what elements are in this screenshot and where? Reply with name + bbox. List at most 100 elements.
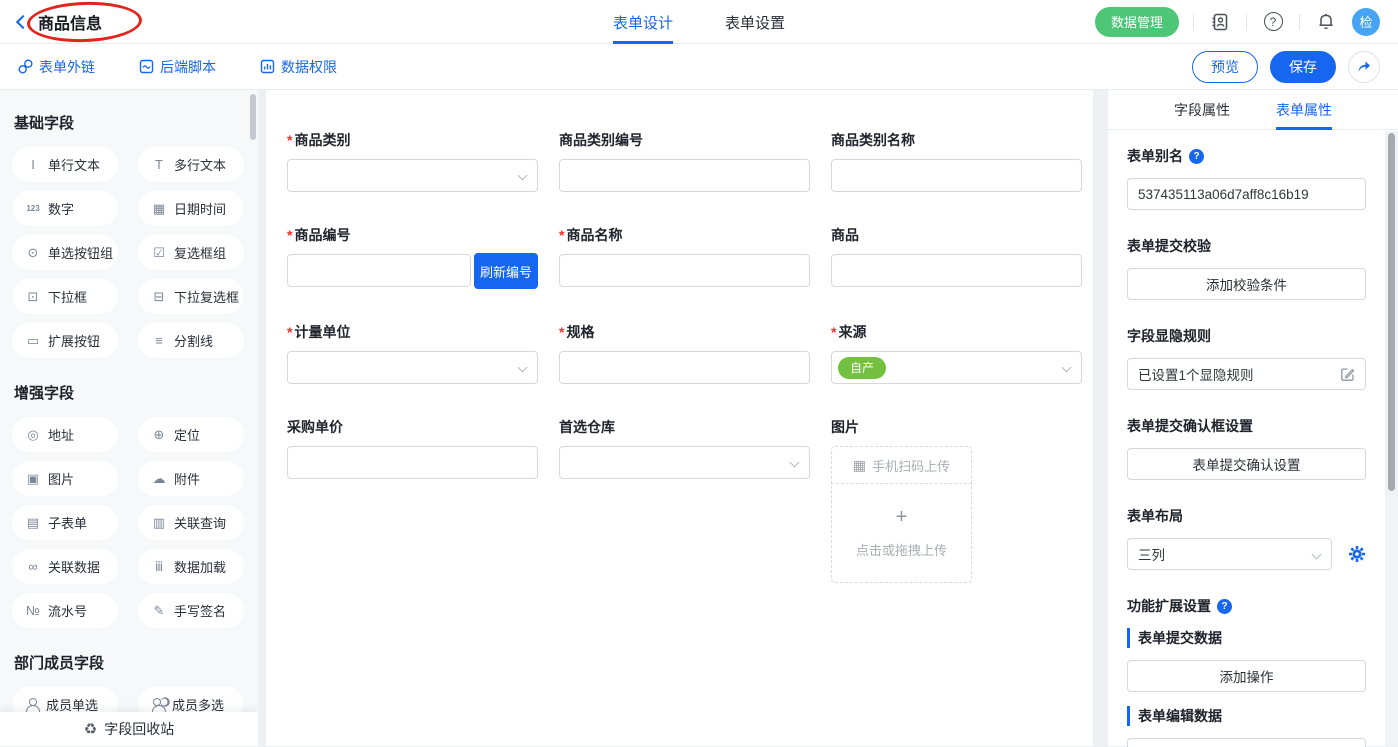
help-icon[interactable]: ? bbox=[1189, 149, 1204, 164]
sidebar-item-checkbox-group[interactable]: ☑复选框组 bbox=[138, 235, 244, 270]
tab-form-settings[interactable]: 表单设置 bbox=[725, 0, 785, 44]
sidebar-item-data-load[interactable]: ⅲ数据加载 bbox=[138, 549, 244, 584]
submit-confirm-button[interactable]: 表单提交确认设置 bbox=[1127, 448, 1366, 480]
edit-icon[interactable] bbox=[1340, 367, 1355, 382]
sidebar-item-signature[interactable]: ✎手写签名 bbox=[138, 593, 244, 628]
chevron-down-icon bbox=[1312, 550, 1322, 560]
sidebar-item-linked-query[interactable]: ▥关联查询 bbox=[138, 505, 244, 540]
cloud-upload-icon: ☁ bbox=[151, 472, 167, 485]
field-library-sidebar: 基础字段 I单行文本 T多行文本 123数字 ▦日期时间 ⊙单选按钮组 ☑复选框… bbox=[0, 90, 258, 746]
preview-button[interactable]: 预览 bbox=[1192, 51, 1258, 83]
sidebar-item-location[interactable]: ⊕定位 bbox=[138, 417, 244, 452]
add-submit-action-button[interactable]: 添加操作 bbox=[1127, 660, 1366, 692]
field-product-name: 商品名称 bbox=[559, 225, 810, 289]
sidebar-item-extend-button[interactable]: ▭扩展按钮 bbox=[12, 323, 118, 358]
field-source: 来源 自产 bbox=[831, 322, 1082, 384]
sidebar-item-multi-select[interactable]: ⊟下拉复选框 bbox=[138, 279, 244, 314]
contact-book-icon[interactable] bbox=[1208, 10, 1232, 34]
divider bbox=[1246, 14, 1247, 30]
people-icon bbox=[151, 698, 165, 712]
form-design-canvas: 商品类别 商品类别编号 商品类别名称 商品编号 刷新编号 商品名称 bbox=[266, 90, 1093, 746]
share-button[interactable] bbox=[1348, 51, 1380, 83]
purchase-price-input[interactable] bbox=[287, 446, 538, 479]
sidebar-item-datetime[interactable]: ▦日期时间 bbox=[138, 191, 244, 226]
form-layout-select[interactable]: 三列 bbox=[1127, 538, 1332, 570]
field-product-category-name: 商品类别名称 bbox=[831, 130, 1082, 192]
edit-data-sublabel: 表单编辑数据 bbox=[1127, 706, 1366, 726]
product-input[interactable] bbox=[831, 254, 1082, 287]
dropdown-icon: ⊡ bbox=[25, 290, 41, 303]
share-arrow-icon bbox=[1356, 59, 1372, 74]
field-product-code: 商品编号 刷新编号 bbox=[287, 225, 538, 289]
field-recycle-bin[interactable]: ♻ 字段回收站 bbox=[0, 712, 258, 746]
field-product-category: 商品类别 bbox=[287, 130, 538, 192]
preferred-warehouse-select[interactable] bbox=[559, 446, 810, 479]
sidebar-item-subform[interactable]: ▤子表单 bbox=[12, 505, 118, 540]
tab-form-properties[interactable]: 表单属性 bbox=[1276, 90, 1332, 130]
single-line-text-icon: I bbox=[25, 158, 41, 171]
add-validation-button[interactable]: 添加校验条件 bbox=[1127, 268, 1366, 300]
data-permission-link[interactable]: 数据权限 bbox=[260, 57, 337, 77]
qr-scan-upload-box[interactable]: ▦ 手机扫码上传 bbox=[831, 446, 972, 484]
panel-scrollbar-track bbox=[1385, 131, 1398, 746]
field-image-upload: 图片 ▦ 手机扫码上传 + 点击或拖拽上传 bbox=[831, 417, 1082, 583]
field-preferred-warehouse: 首选仓库 bbox=[559, 417, 810, 583]
sidebar-item-number[interactable]: 123数字 bbox=[12, 191, 118, 226]
sidebar-item-select[interactable]: ⊡下拉框 bbox=[12, 279, 118, 314]
data-manage-button[interactable]: 数据管理 bbox=[1095, 7, 1179, 37]
link-icon bbox=[18, 59, 33, 74]
chevron-down-icon bbox=[790, 458, 800, 468]
help-icon[interactable]: ? bbox=[1217, 599, 1232, 614]
sidebar-item-radio-group[interactable]: ⊙单选按钮组 bbox=[12, 235, 118, 270]
add-edit-action-button[interactable]: 添加操作 bbox=[1127, 738, 1366, 747]
spec-input[interactable] bbox=[559, 351, 810, 384]
sidebar-item-serial-number[interactable]: №流水号 bbox=[12, 593, 118, 628]
field-product: 商品 bbox=[831, 225, 1082, 289]
extension-settings-label: 功能扩展设置 bbox=[1127, 596, 1211, 616]
sidebar-item-divider[interactable]: ≡分割线 bbox=[138, 323, 244, 358]
form-layout-label: 表单布局 bbox=[1127, 506, 1366, 526]
sidebar-item-multi-line-text[interactable]: T多行文本 bbox=[138, 147, 244, 182]
dropdown-multi-icon: ⊟ bbox=[151, 290, 167, 303]
save-button[interactable]: 保存 bbox=[1270, 51, 1336, 83]
refresh-code-button[interactable]: 刷新编号 bbox=[474, 253, 538, 289]
properties-panel: 字段属性 表单属性 表单别名 ? 537435113a06d7aff8c16b1… bbox=[1107, 90, 1398, 746]
checkbox-icon: ☑ bbox=[151, 246, 167, 259]
sidebar-item-linked-data[interactable]: ∞关联数据 bbox=[12, 549, 118, 584]
sidebar-item-image[interactable]: ▣图片 bbox=[12, 461, 118, 496]
pencil-icon: ✎ bbox=[151, 604, 167, 617]
field-spec: 规格 bbox=[559, 322, 810, 384]
help-icon[interactable]: ? bbox=[1261, 10, 1285, 34]
chevron-down-icon bbox=[518, 363, 528, 373]
sidebar-item-address[interactable]: ◎地址 bbox=[12, 417, 118, 452]
product-name-input[interactable] bbox=[559, 254, 810, 287]
visibility-rules-box[interactable]: 已设置1个显隐规则 bbox=[1127, 358, 1366, 390]
source-select[interactable]: 自产 bbox=[831, 351, 1082, 384]
backend-script-link[interactable]: 后端脚本 bbox=[139, 57, 216, 77]
panel-scrollbar[interactable] bbox=[1388, 133, 1395, 491]
form-alias-label: 表单别名 bbox=[1127, 146, 1183, 166]
gear-icon[interactable] bbox=[1348, 545, 1366, 563]
product-category-name-input[interactable] bbox=[831, 159, 1082, 192]
product-category-select[interactable] bbox=[287, 159, 538, 192]
sidebar-item-single-line-text[interactable]: I单行文本 bbox=[12, 147, 118, 182]
unit-select[interactable] bbox=[287, 351, 538, 384]
tab-field-properties[interactable]: 字段属性 bbox=[1174, 90, 1230, 130]
chevron-down-icon bbox=[518, 171, 528, 181]
product-category-code-input[interactable] bbox=[559, 159, 810, 192]
user-avatar[interactable]: 检 bbox=[1352, 8, 1380, 36]
drag-upload-box[interactable]: + 点击或拖拽上传 bbox=[831, 483, 972, 583]
plus-icon: + bbox=[896, 507, 908, 527]
form-external-link[interactable]: 表单外链 bbox=[18, 57, 95, 77]
script-icon bbox=[139, 59, 154, 74]
notification-bell-icon[interactable] bbox=[1314, 10, 1338, 34]
product-code-input[interactable] bbox=[287, 254, 471, 287]
form-alias-input[interactable]: 537435113a06d7aff8c16b19 bbox=[1127, 178, 1366, 210]
tab-form-design[interactable]: 表单设计 bbox=[613, 0, 673, 44]
visibility-rules-label: 字段显隐规则 bbox=[1127, 326, 1366, 346]
sidebar-item-attachment[interactable]: ☁附件 bbox=[138, 461, 244, 496]
linked-query-icon: ▥ bbox=[151, 516, 167, 529]
sidebar-scrollbar[interactable] bbox=[250, 94, 256, 140]
divider bbox=[1299, 14, 1300, 30]
map-pin-icon: ◎ bbox=[25, 428, 41, 441]
